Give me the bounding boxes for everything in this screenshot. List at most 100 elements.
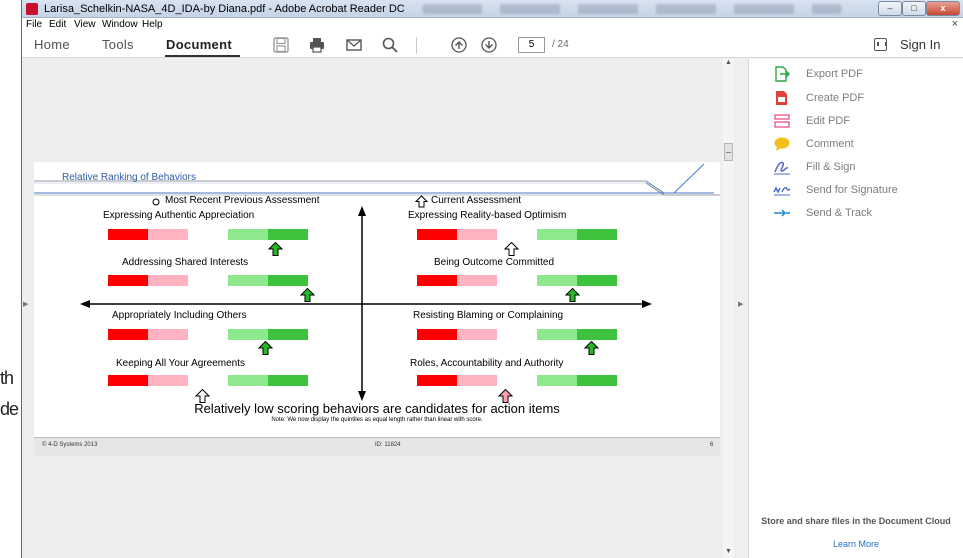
scroll-up-icon[interactable]: ▲ xyxy=(725,59,732,66)
menu-view[interactable]: View xyxy=(74,19,96,30)
maximize-button[interactable]: □ xyxy=(902,1,926,16)
quintile-segment xyxy=(188,375,228,386)
right-panel-toggle[interactable]: ▶ xyxy=(734,59,749,558)
quintile-segment xyxy=(577,375,617,386)
quintile-bar xyxy=(108,229,308,240)
quintile-segment xyxy=(497,329,537,340)
current-score-arrow-icon xyxy=(564,287,581,302)
page-down-icon[interactable] xyxy=(480,36,498,54)
page-number-input[interactable]: 5 xyxy=(518,37,545,53)
quintile-segment xyxy=(537,329,577,340)
behavior-label: Appropriately Including Others xyxy=(112,310,247,321)
send-signature-icon xyxy=(773,182,791,198)
quintile-segment xyxy=(148,375,188,386)
quintile-segment xyxy=(457,229,497,240)
behavior-label: Resisting Blaming or Complaining xyxy=(413,310,564,321)
quintile-segment xyxy=(228,275,268,286)
tool-label: Send for Signature xyxy=(806,184,898,196)
quintile-segment xyxy=(457,329,497,340)
quintile-segment xyxy=(228,329,268,340)
current-score-arrow-icon xyxy=(267,241,284,256)
quintile-segment xyxy=(268,329,308,340)
quintile-segment xyxy=(537,229,577,240)
sign-in-icon[interactable] xyxy=(874,38,887,51)
cloud-promo-text: Store and share files in the Document Cl… xyxy=(761,516,951,526)
scrollbar-grip xyxy=(726,152,731,153)
create-pdf-icon xyxy=(773,90,791,106)
print-icon[interactable] xyxy=(308,36,326,54)
page-up-icon[interactable] xyxy=(450,36,468,54)
window-title: Larisa_Schelkin-NASA_4D_IDA-by Diana.pdf… xyxy=(44,3,405,15)
quintile-segment xyxy=(497,275,537,286)
pdf-page: Relative Ranking of Behaviors Most Recen… xyxy=(34,162,720,456)
title-bar[interactable]: Larisa_Schelkin-NASA_4D_IDA-by Diana.pdf… xyxy=(22,0,963,18)
current-score-arrow-icon xyxy=(583,340,600,355)
quintile-segment xyxy=(108,275,148,286)
menu-window[interactable]: Window xyxy=(102,19,138,30)
quintile-segment xyxy=(457,375,497,386)
export-pdf-icon xyxy=(773,66,791,82)
quintile-segment xyxy=(577,329,617,340)
quintile-bar xyxy=(417,275,617,286)
tool-label: Export PDF xyxy=(806,68,863,80)
quintile-segment xyxy=(228,375,268,386)
background-text: de xyxy=(0,399,19,419)
close-button[interactable]: x xyxy=(926,1,960,16)
acrobat-app-icon xyxy=(26,3,38,15)
quintile-bar xyxy=(417,229,617,240)
quintile-segment xyxy=(577,275,617,286)
document-pane[interactable]: ▶ Relative Ranking of Behaviors Most Rec… xyxy=(22,59,734,558)
behavior-label: Roles, Accountability and Authority xyxy=(410,358,564,369)
close-document-icon[interactable]: × xyxy=(952,18,958,30)
quintile-segment xyxy=(268,275,308,286)
fill-sign-icon xyxy=(773,159,791,175)
sign-in-button[interactable]: Sign In xyxy=(900,37,940,52)
email-icon[interactable] xyxy=(345,36,363,54)
footer-page-number: 6 xyxy=(710,442,714,448)
tool-label: Send & Track xyxy=(806,207,873,219)
quintile-segment xyxy=(148,275,188,286)
tool-label: Comment xyxy=(806,138,854,150)
save-icon[interactable] xyxy=(272,36,290,54)
behavior-label: Expressing Reality-based Optimism xyxy=(408,210,567,221)
tab-home[interactable]: Home xyxy=(34,37,70,52)
minimize-button[interactable]: – xyxy=(878,1,902,16)
toolbar-divider xyxy=(416,37,417,54)
conclusion-text: Relatively low scoring behaviors are can… xyxy=(194,401,560,416)
footer-copyright: © 4-D Systems 2013 xyxy=(42,442,98,448)
quintile-segment xyxy=(537,375,577,386)
current-score-arrow-icon xyxy=(257,340,274,355)
background-text: th xyxy=(0,368,14,388)
quintile-segment xyxy=(148,229,188,240)
quintile-segment xyxy=(417,229,457,240)
collapse-arrow-icon[interactable]: ▶ xyxy=(738,300,743,308)
acrobat-window: Larisa_Schelkin-NASA_4D_IDA-by Diana.pdf… xyxy=(22,0,963,558)
current-score-arrow-icon xyxy=(503,241,520,256)
behavior-label: Expressing Authentic Appreciation xyxy=(103,210,255,221)
menu-help[interactable]: Help xyxy=(142,19,163,30)
main-toolbar: Home Tools Document 5 / 24 Sign In xyxy=(22,32,963,58)
menu-file[interactable]: File xyxy=(26,19,42,30)
quintile-segment xyxy=(268,229,308,240)
tab-tools[interactable]: Tools xyxy=(102,37,134,52)
learn-more-link[interactable]: Learn More xyxy=(749,539,963,549)
vertical-scrollbar[interactable]: ▲ ▼ xyxy=(723,59,734,558)
quintile-segment xyxy=(497,229,537,240)
quintile-segment xyxy=(108,329,148,340)
page-total: / 24 xyxy=(552,39,569,50)
quintile-bar xyxy=(417,329,617,340)
active-tab-indicator xyxy=(165,55,240,57)
left-panel-toggle-icon[interactable]: ▶ xyxy=(23,300,28,308)
behavior-label: Addressing Shared Interests xyxy=(122,257,249,268)
search-icon[interactable] xyxy=(381,36,399,54)
quintile-segment xyxy=(148,329,188,340)
scroll-down-icon[interactable]: ▼ xyxy=(725,548,732,555)
tool-label: Edit PDF xyxy=(806,115,851,127)
tool-label: Create PDF xyxy=(806,92,865,104)
tab-document[interactable]: Document xyxy=(166,37,232,52)
menu-edit[interactable]: Edit xyxy=(49,19,66,30)
quintile-segment xyxy=(268,375,308,386)
comment-icon xyxy=(773,136,791,152)
behavior-label: Being Outcome Committed xyxy=(434,257,555,268)
quintile-segment xyxy=(228,229,268,240)
